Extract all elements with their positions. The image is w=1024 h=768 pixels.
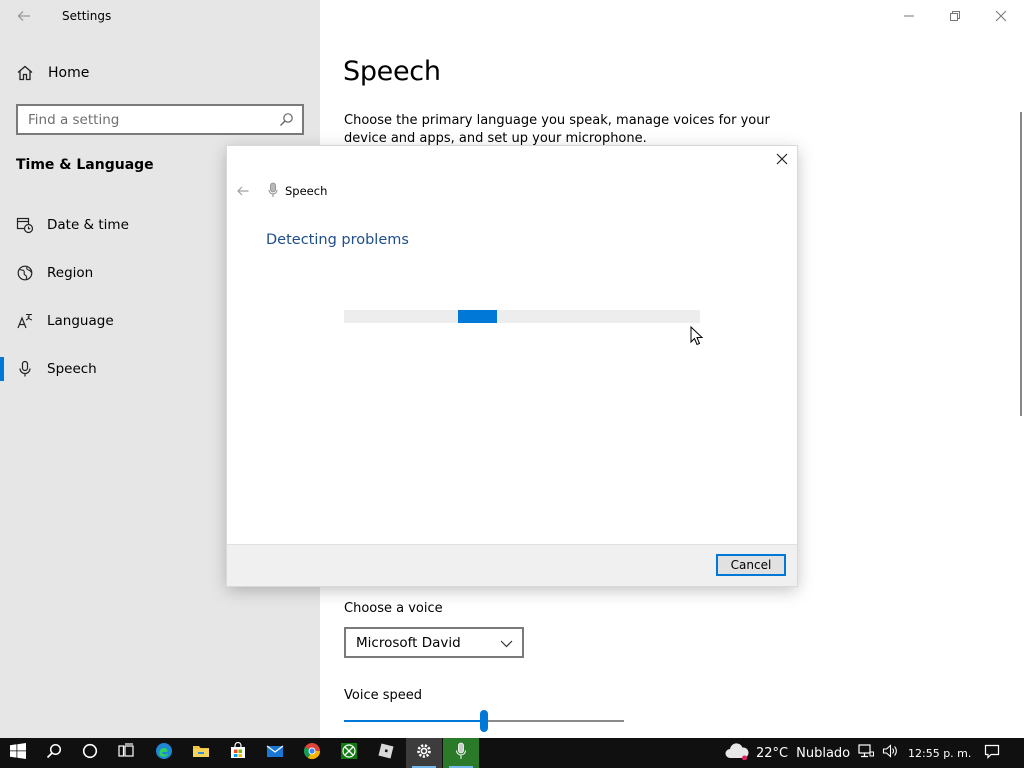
settings-app[interactable]: [406, 738, 442, 768]
file-explorer-app[interactable]: [183, 738, 219, 768]
start-icon: [10, 743, 26, 763]
network-tray[interactable]: [853, 738, 879, 768]
nav-home[interactable]: Home: [16, 62, 89, 84]
voice-speed-label: Voice speed: [344, 688, 422, 703]
store-app[interactable]: [220, 738, 256, 768]
start-button[interactable]: [0, 738, 36, 768]
microphone-icon: [267, 182, 279, 198]
task-view-icon: [118, 743, 134, 763]
page-description: Choose the primary language you speak, m…: [344, 113, 770, 146]
file-explorer-icon: [192, 742, 210, 764]
cortana-button[interactable]: [72, 738, 108, 768]
close-icon: [995, 7, 1007, 26]
network-icon: [858, 743, 874, 763]
dialog-back-arrow-icon[interactable]: [236, 184, 250, 198]
dialog-footer: Cancel: [227, 544, 797, 586]
speech-troubleshooter-app[interactable]: [443, 738, 479, 768]
sidebar-item-date-time[interactable]: Date & time: [0, 205, 228, 245]
progress-bar: [344, 310, 700, 323]
weather-temp: 22°C: [756, 745, 789, 761]
chrome-app[interactable]: [294, 738, 330, 768]
page-title: Speech: [343, 56, 441, 87]
taskbar-search-button[interactable]: [36, 738, 72, 768]
minimize-button[interactable]: [886, 0, 932, 32]
voice-select[interactable]: Microsoft David: [344, 627, 524, 658]
search-box[interactable]: [16, 104, 304, 135]
chrome-icon: [303, 742, 321, 764]
search-icon[interactable]: [279, 112, 294, 127]
section-title: Time & Language: [16, 157, 154, 173]
close-icon: [776, 150, 788, 169]
dialog-close-button[interactable]: [773, 150, 791, 168]
roblox-app[interactable]: [368, 738, 404, 768]
choose-voice-label: Choose a voice: [344, 601, 443, 616]
volume-icon: [882, 743, 898, 763]
dialog-heading: Detecting problems: [266, 232, 409, 248]
scrollbar[interactable]: [1020, 112, 1022, 416]
cancel-button[interactable]: Cancel: [716, 554, 786, 576]
sidebar-item-region[interactable]: Region: [0, 253, 228, 293]
volume-tray[interactable]: [877, 738, 903, 768]
sidebar-item-label: Date & time: [47, 217, 129, 233]
nav-home-label: Home: [48, 65, 90, 81]
xbox-app[interactable]: [331, 738, 367, 768]
mouse-cursor-icon: [690, 325, 704, 346]
sidebar-item-label: Language: [47, 313, 114, 329]
weather-desc: Nublado: [796, 745, 851, 761]
sidebar-item-language[interactable]: Language: [0, 301, 228, 341]
close-button[interactable]: [978, 0, 1024, 32]
sidebar-item-speech[interactable]: Speech: [0, 349, 228, 389]
microphone-icon: [454, 742, 468, 764]
voice-select-value: Microsoft David: [356, 634, 461, 651]
sidebar-item-label: Region: [47, 265, 94, 281]
clock[interactable]: 12:55 p. m.: [908, 738, 971, 768]
roblox-icon: [377, 742, 395, 764]
edge-icon: [155, 742, 173, 764]
minimize-icon: [903, 7, 915, 26]
mail-icon: [266, 742, 284, 764]
mail-app[interactable]: [257, 738, 293, 768]
xbox-icon: [340, 742, 358, 764]
home-icon: [16, 64, 34, 82]
notification-icon: [984, 743, 1000, 763]
microphone-icon: [16, 360, 34, 378]
language-icon: [16, 312, 34, 330]
notifications-button[interactable]: [974, 738, 1010, 768]
voice-speed-slider[interactable]: [344, 709, 624, 733]
progress-indicator: [458, 310, 497, 323]
sidebar-item-label: Speech: [47, 361, 97, 377]
taskbar: 22°C Nublado 12:55 p. m.: [0, 738, 1024, 768]
globe-icon: [16, 264, 34, 282]
settings-icon: [415, 742, 433, 764]
store-icon: [229, 741, 247, 764]
troubleshooter-dialog: Speech Detecting problems Cancel: [227, 146, 797, 586]
edge-app[interactable]: [146, 738, 182, 768]
task-view-button[interactable]: [108, 738, 144, 768]
slider-thumb[interactable]: [480, 710, 488, 732]
weather-widget[interactable]: 22°C Nublado: [724, 738, 850, 768]
restore-button[interactable]: [932, 0, 978, 32]
restore-icon: [949, 7, 961, 26]
chevron-down-icon: [500, 637, 513, 650]
search-icon: [46, 743, 62, 763]
app-title: Settings: [62, 9, 112, 23]
search-input[interactable]: [18, 106, 268, 133]
slider-fill: [344, 720, 484, 722]
cloud-icon: [724, 742, 750, 764]
back-arrow-icon[interactable]: [16, 8, 32, 24]
cortana-icon: [82, 743, 98, 763]
window-controls: [886, 0, 1024, 32]
calendar-clock-icon: [16, 216, 34, 234]
dialog-app-label: Speech: [285, 184, 328, 198]
